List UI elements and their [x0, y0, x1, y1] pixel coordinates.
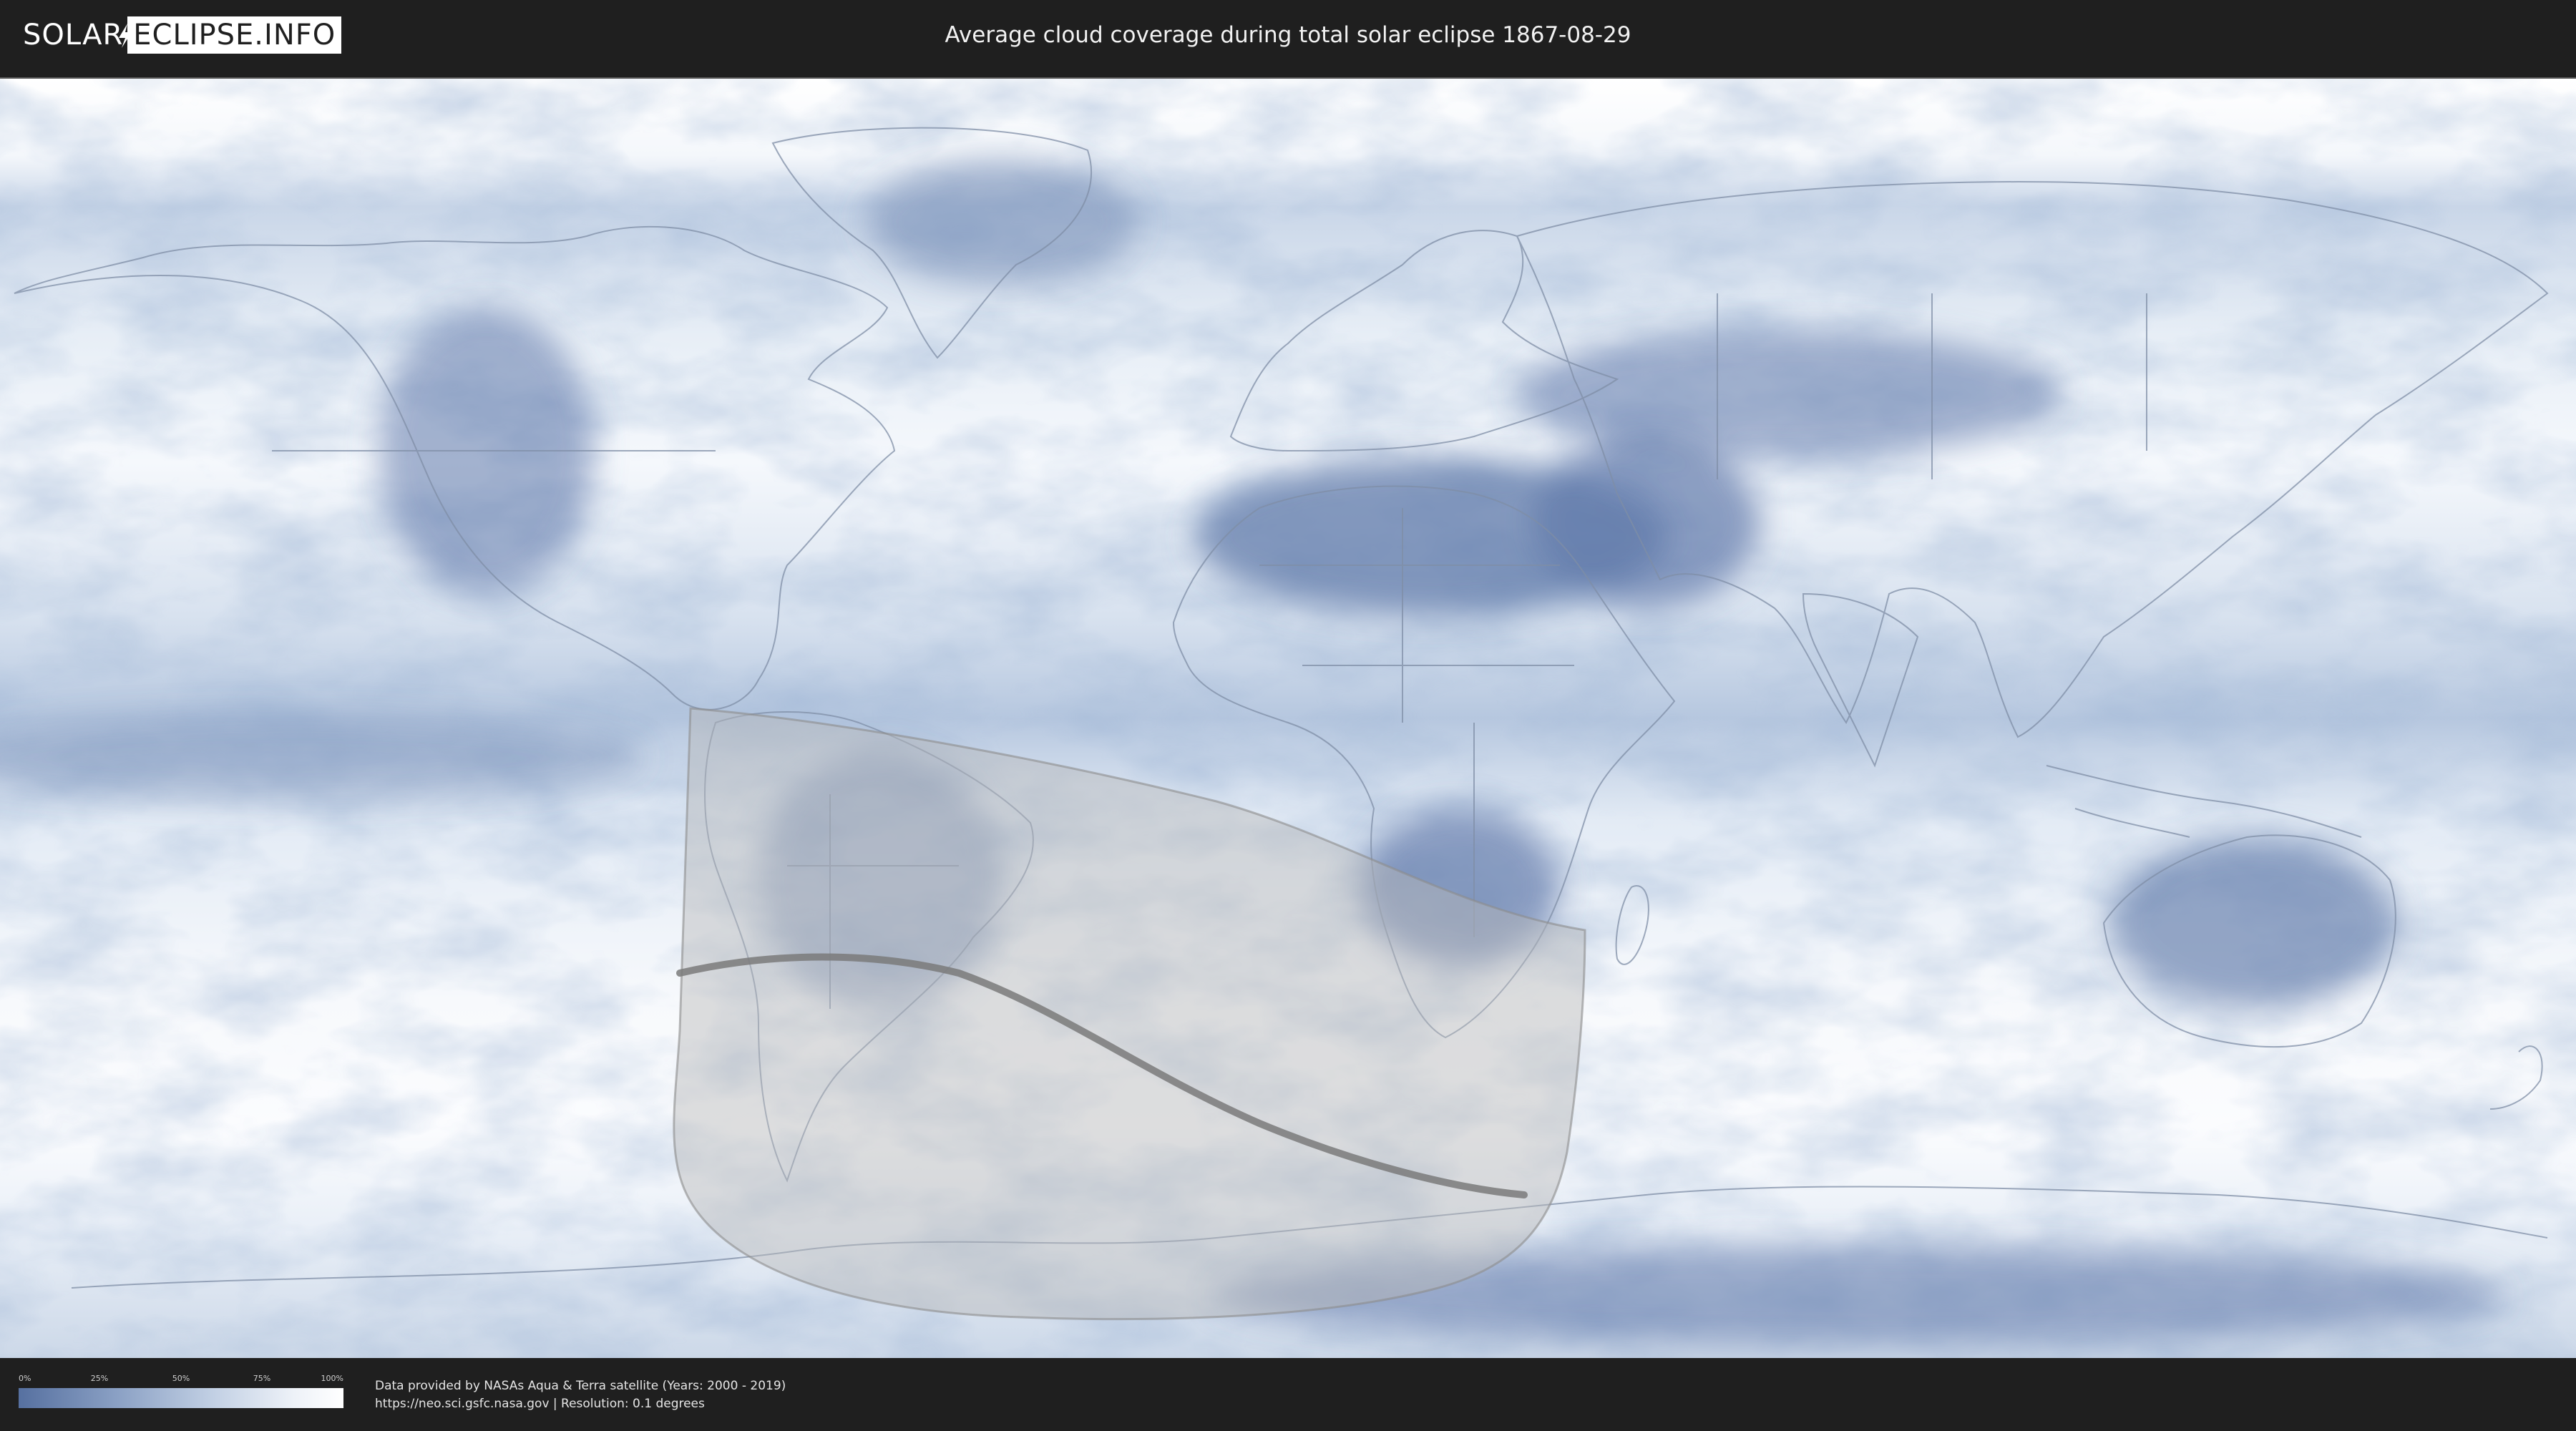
clear-sky-greenland	[866, 157, 1138, 286]
legend-ticks: 0% 25% 50% 75% 100%	[19, 1374, 343, 1385]
legend-tick-25: 25%	[90, 1374, 109, 1383]
world-cloud-map[interactable]	[0, 77, 2576, 1359]
legend-gradient-bar	[19, 1388, 343, 1408]
credit-line-2[interactable]: https://neo.sci.gsfc.nasa.gov | Resoluti…	[375, 1395, 786, 1413]
map-canvas	[0, 79, 2576, 1358]
cloud-coverage-legend: 0% 25% 50% 75% 100%	[19, 1374, 343, 1417]
header-bar: SOLAR ECLIPSE.INFO Average cloud coverag…	[0, 0, 2576, 74]
legend-tick-50: 50%	[172, 1374, 190, 1383]
legend-tick-100: 100%	[321, 1374, 343, 1383]
clear-sky-australia	[2111, 837, 2397, 1009]
legend-tick-75: 75%	[253, 1374, 271, 1383]
legend-tick-0: 0%	[19, 1374, 31, 1383]
credit-line-1: Data provided by NASAs Aqua & Terra sate…	[375, 1379, 786, 1393]
page-title: Average cloud coverage during total sola…	[945, 22, 1631, 48]
data-credits: Data provided by NASAs Aqua & Terra sate…	[375, 1377, 786, 1413]
